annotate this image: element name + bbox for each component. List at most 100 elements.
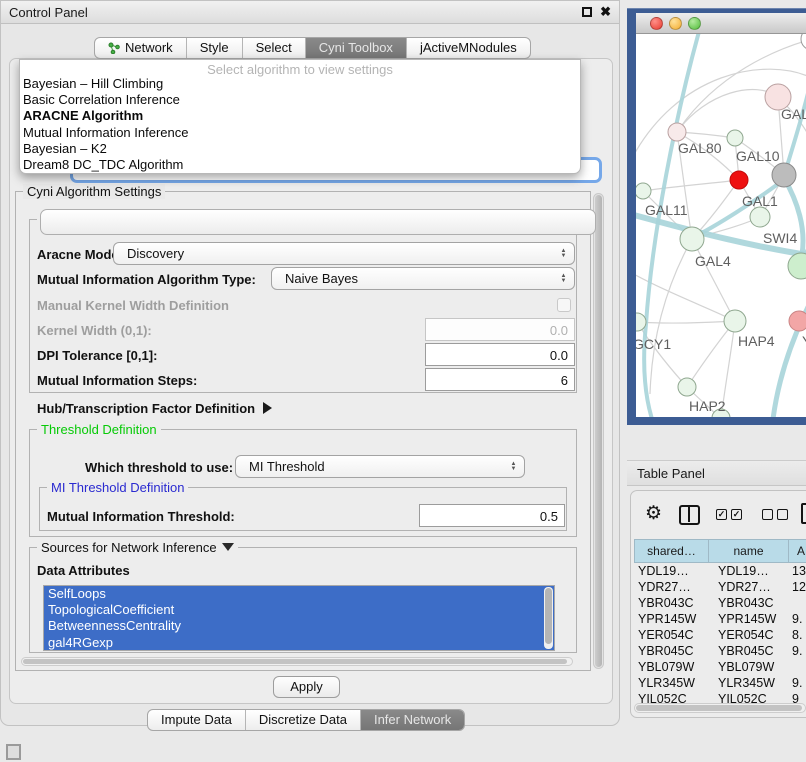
network-graph: GALGAL80GAL10GAL1GAL11GAL4SWI4GCY1HAP4YH…: [636, 34, 806, 417]
algorithm-option[interactable]: Bayesian – Hill Climbing: [20, 76, 580, 92]
network-node[interactable]: [801, 34, 806, 50]
network-node[interactable]: [730, 171, 748, 189]
network-edge[interactable]: [637, 321, 735, 323]
tab-network[interactable]: Network: [95, 38, 187, 58]
sources-title[interactable]: Sources for Network Inference: [37, 540, 238, 555]
close-icon[interactable]: ✖: [600, 4, 611, 20]
zoom-traffic-light-icon[interactable]: [688, 17, 701, 30]
network-window-titlebar[interactable]: [636, 13, 806, 34]
tab-select[interactable]: Select: [243, 38, 306, 58]
network-node[interactable]: [788, 253, 806, 279]
scrollbar-thumb[interactable]: [23, 659, 567, 664]
hub-definition-toggle[interactable]: Hub/Transcription Factor Definition: [37, 401, 272, 416]
node-label: GAL10: [736, 148, 780, 164]
settings-vertical-scrollbar[interactable]: [593, 193, 604, 669]
field-value: 6: [561, 373, 568, 388]
table-cell: 9.: [788, 611, 806, 627]
network-node[interactable]: [680, 227, 704, 251]
algorithm-option[interactable]: ARACNE Algorithm: [20, 108, 580, 124]
table-row[interactable]: YPR145WYPR145W9.: [634, 611, 806, 627]
close-traffic-light-icon[interactable]: [650, 17, 663, 30]
table-row[interactable]: YBR043CYBR043C: [634, 595, 806, 611]
dpi-tolerance-field[interactable]: 0.0: [425, 343, 575, 366]
network-edge[interactable]: [643, 180, 739, 191]
kernel-width-label: Kernel Width (0,1):: [37, 323, 152, 338]
unchecked-checkbox-icon: [777, 509, 788, 520]
scrollbar-thumb[interactable]: [595, 195, 602, 667]
network-edge[interactable]: [677, 90, 778, 132]
tab-style[interactable]: Style: [187, 38, 243, 58]
split-columns-icon[interactable]: [679, 505, 700, 525]
attribute-option[interactable]: SelfLoops: [44, 586, 554, 602]
table-cell: YBL079W: [708, 659, 788, 675]
dropdown-placeholder: Select algorithm to view settings: [20, 60, 580, 76]
data-attributes-label: Data Attributes: [37, 563, 130, 578]
which-threshold-select[interactable]: MI Threshold ▲▼: [235, 455, 525, 478]
settings-horizontal-scrollbar[interactable]: [21, 657, 573, 666]
table-row[interactable]: YDR27…YDR27…12: [634, 579, 806, 595]
kernel-width-field: 0.0: [425, 318, 575, 341]
mi-algorithm-type-select[interactable]: Naive Bayes ▲▼: [271, 267, 575, 290]
scrollbar-thumb[interactable]: [636, 705, 802, 711]
attribute-option[interactable]: BetweennessCentrality: [44, 618, 554, 634]
node-label: GAL4: [695, 253, 731, 269]
column-header[interactable]: name: [708, 539, 788, 563]
attribute-option[interactable]: TopologicalCoefficient: [44, 602, 554, 618]
mi-steps-field[interactable]: 6: [425, 368, 575, 391]
network-icon: [108, 42, 120, 54]
tab-infer-network[interactable]: Infer Network: [361, 710, 464, 730]
tab-discretize-data[interactable]: Discretize Data: [246, 710, 361, 730]
selected-value: Naive Bayes: [285, 271, 358, 286]
column-header[interactable]: A: [788, 539, 806, 563]
network-node[interactable]: [636, 183, 651, 199]
table-row[interactable]: YLR345WYLR345W9.: [634, 675, 806, 691]
network-view-window[interactable]: GALGAL80GAL10GAL1GAL11GAL4SWI4GCY1HAP4YH…: [627, 8, 806, 425]
attribute-option[interactable]: gal4RGexp: [44, 635, 554, 651]
table-row[interactable]: YBL079WYBL079W: [634, 659, 806, 675]
float-window-icon[interactable]: [582, 7, 592, 17]
tab-jactivemnodules[interactable]: jActiveMNodules: [407, 38, 530, 58]
node-label: GAL11: [645, 202, 688, 218]
algorithm-option[interactable]: Basic Correlation Inference: [20, 92, 580, 108]
tab-label: Infer Network: [374, 710, 451, 730]
mi-threshold-field[interactable]: 0.5: [419, 504, 565, 527]
table-row[interactable]: YBR045CYBR045C9.: [634, 643, 806, 659]
aracne-mode-select[interactable]: Discovery ▲▼: [113, 242, 575, 265]
network-edge[interactable]: [650, 239, 692, 394]
minimize-traffic-light-icon[interactable]: [669, 17, 682, 30]
network-node[interactable]: [724, 310, 746, 332]
stepper-icon: ▲▼: [559, 245, 568, 263]
network-edge[interactable]: [692, 239, 735, 321]
network-edge[interactable]: [687, 321, 735, 387]
algorithm-dropdown-list: Select algorithm to view settings Bayesi…: [19, 59, 581, 174]
scrollbar-thumb[interactable]: [545, 588, 552, 644]
table-row[interactable]: YDL19…YDL19…13: [634, 563, 806, 579]
document-icon[interactable]: [801, 503, 806, 524]
background-combo[interactable]: [40, 209, 596, 235]
network-node[interactable]: [789, 311, 806, 331]
network-node[interactable]: [727, 130, 743, 146]
gear-icon[interactable]: ⚙: [645, 502, 662, 525]
table-horizontal-scrollbar[interactable]: [634, 703, 806, 713]
table-cell: YBR045C: [708, 643, 788, 659]
network-node[interactable]: [678, 378, 696, 396]
table-row[interactable]: YER054CYER054C8.: [634, 627, 806, 643]
tab-label: Network: [125, 38, 173, 58]
list-vertical-scrollbar[interactable]: [544, 587, 553, 649]
tab-impute-data[interactable]: Impute Data: [148, 710, 246, 730]
deselect-all-icon[interactable]: [762, 509, 788, 520]
tab-cyni-toolbox[interactable]: Cyni Toolbox: [306, 38, 407, 58]
column-header[interactable]: shared…: [634, 539, 708, 563]
node-label: GAL80: [678, 140, 722, 156]
network-canvas[interactable]: GALGAL80GAL10GAL1GAL11GAL4SWI4GCY1HAP4YH…: [636, 34, 806, 417]
network-node[interactable]: [772, 163, 796, 187]
network-node[interactable]: [750, 207, 770, 227]
corner-grip-icon[interactable]: [6, 744, 21, 760]
group-title: MI Threshold Definition: [47, 480, 188, 495]
select-all-icon[interactable]: ✓ ✓: [716, 509, 742, 520]
algorithm-option[interactable]: Bayesian – K2: [20, 141, 580, 157]
apply-button[interactable]: Apply: [273, 676, 340, 698]
algorithm-option[interactable]: Mutual Information Inference: [20, 125, 580, 141]
network-node[interactable]: [668, 123, 686, 141]
algorithm-option[interactable]: Dream8 DC_TDC Algorithm: [20, 157, 580, 173]
